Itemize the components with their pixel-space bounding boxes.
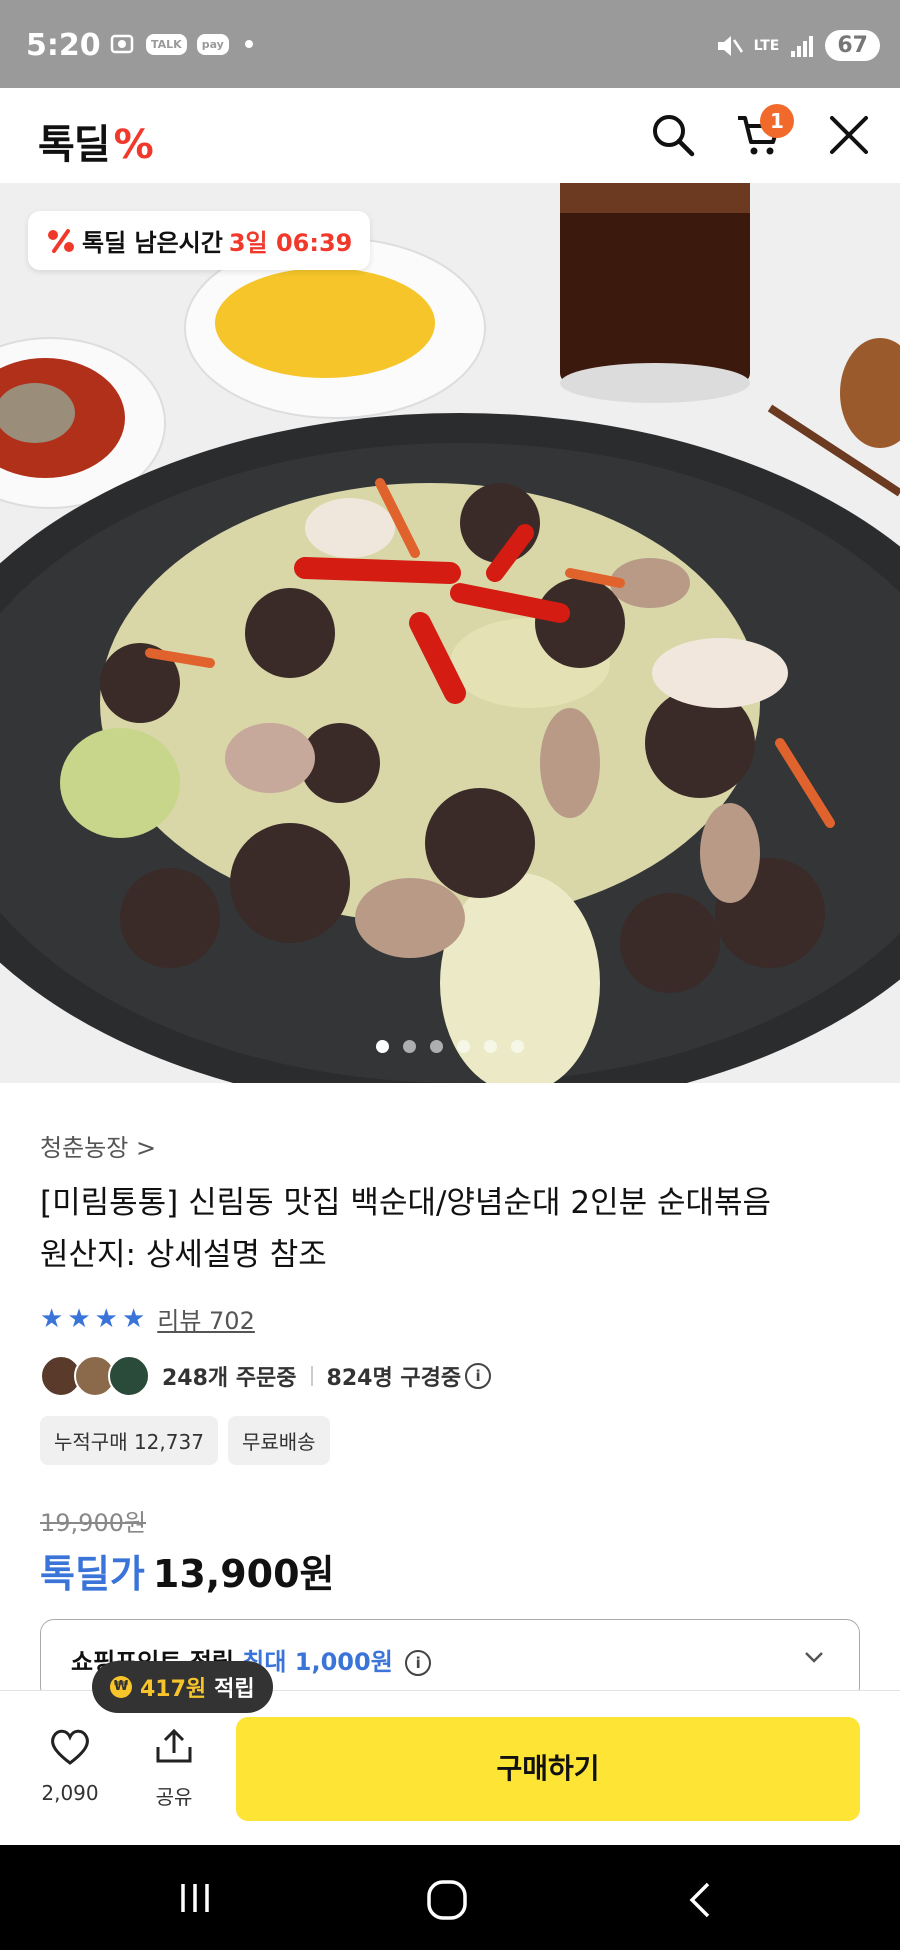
deal-price-row: 톡딜가 13,900원: [40, 1543, 335, 1598]
home-icon[interactable]: [425, 1880, 469, 1920]
close-icon[interactable]: [824, 110, 874, 160]
review-link[interactable]: 리뷰 702: [157, 1301, 255, 1336]
bottom-action-bar: ₩ 417원 적립 2,090 공유 구매하기: [0, 1661, 900, 1846]
store-link[interactable]: 청춘농장 >: [40, 1128, 156, 1163]
search-icon[interactable]: [648, 110, 698, 160]
watching-count: 824명 구경중: [326, 1366, 462, 1391]
carousel-dot[interactable]: [430, 1040, 443, 1053]
product-title-line1: [미림통통] 신림동 맛집 백순대/양념순대 2인분 순대볶음: [40, 1185, 772, 1221]
back-icon[interactable]: [682, 1880, 718, 1920]
share-label: 공유: [155, 1785, 193, 1809]
deal-price: 13,900원: [152, 1552, 335, 1596]
share-button[interactable]: 공유: [134, 1727, 214, 1810]
product-title-line2: 원산지: 상세설명 참조: [40, 1237, 327, 1273]
status-bar: 5:20 TALK pay LTE 67: [0, 0, 900, 88]
status-time: 5:20: [26, 28, 101, 63]
star-icon: ★: [67, 1303, 91, 1334]
social-proof: 248개 주문중 824명 구경중 i: [40, 1355, 492, 1397]
share-icon: [156, 1728, 192, 1763]
signal-icon: [791, 35, 814, 57]
like-count: 2,090: [41, 1781, 99, 1805]
carousel-indicator: [0, 1040, 900, 1053]
heart-icon: [51, 1729, 89, 1765]
pay-icon: pay: [196, 33, 229, 55]
cart-button[interactable]: 1: [734, 104, 794, 160]
product-image-carousel[interactable]: 톡딜 남은시간 3일 06:39: [0, 183, 900, 1083]
buyer-avatars: [40, 1355, 150, 1397]
carousel-dot[interactable]: [457, 1040, 470, 1053]
screenshot-icon: [110, 34, 134, 54]
deal-timer: 톡딜 남은시간 3일 06:39: [28, 211, 371, 270]
network-type: LTE: [753, 37, 780, 54]
reward-amount: 417원: [140, 1677, 207, 1702]
star-icon: ★: [94, 1303, 118, 1334]
carousel-dot[interactable]: [376, 1040, 389, 1053]
carousel-dot[interactable]: [484, 1040, 497, 1053]
talk-icon: TALK: [146, 33, 187, 55]
tag-cumulative-purchases: 누적구매 12,737: [40, 1416, 218, 1465]
talkdeal-logo[interactable]: 톡딜%: [38, 112, 154, 170]
deal-price-label: 톡딜가: [40, 1552, 145, 1596]
status-right: LTE 67: [714, 30, 880, 61]
avatar: [108, 1355, 150, 1397]
product-title: [미림통통] 신림동 맛집 백순대/양념순대 2인분 순대볶음 원산지: 상세설…: [40, 1177, 860, 1281]
logo-percent-symbol: %: [113, 122, 154, 168]
star-icon: ★: [121, 1303, 146, 1334]
reward-suffix: 적립: [214, 1677, 255, 1702]
status-app-icons: TALK pay: [108, 30, 253, 58]
timer-label: 톡딜 남은시간: [82, 229, 223, 257]
chevron-down-icon: [805, 1652, 823, 1663]
buy-button[interactable]: 구매하기: [236, 1717, 860, 1821]
rating[interactable]: ★ ★ ★ ★ 리뷰 702: [40, 1301, 255, 1336]
original-price: 19,900원: [40, 1509, 147, 1537]
info-icon[interactable]: i: [405, 1650, 432, 1676]
battery-level: 67: [825, 30, 880, 61]
notification-dot: [244, 40, 253, 48]
star-icon: ★: [40, 1303, 64, 1334]
talkdeal-percent-icon: [48, 228, 74, 253]
ordering-count: 248개 주문중: [162, 1366, 297, 1391]
app-header: 톡딜% 1: [0, 88, 900, 183]
tag-free-shipping: 무료배송: [227, 1416, 330, 1465]
cart-count-badge: 1: [760, 104, 794, 138]
carousel-dot[interactable]: [403, 1040, 416, 1053]
coin-icon: ₩: [110, 1676, 132, 1698]
product-tags: 누적구매 12,737 무료배송: [40, 1416, 330, 1465]
timer-value: 3일 06:39: [228, 229, 353, 257]
reward-tooltip: ₩ 417원 적립: [92, 1661, 273, 1713]
mute-icon: [717, 35, 743, 56]
divider: [310, 1366, 313, 1386]
system-nav-bar: [0, 1845, 900, 1950]
carousel-dot[interactable]: [511, 1040, 524, 1053]
product-photo: [0, 183, 900, 1083]
logo-text: 톡딜: [38, 122, 111, 168]
recent-apps-icon[interactable]: [175, 1880, 215, 1916]
like-button[interactable]: 2,090: [30, 1727, 110, 1805]
info-icon[interactable]: i: [465, 1363, 492, 1389]
